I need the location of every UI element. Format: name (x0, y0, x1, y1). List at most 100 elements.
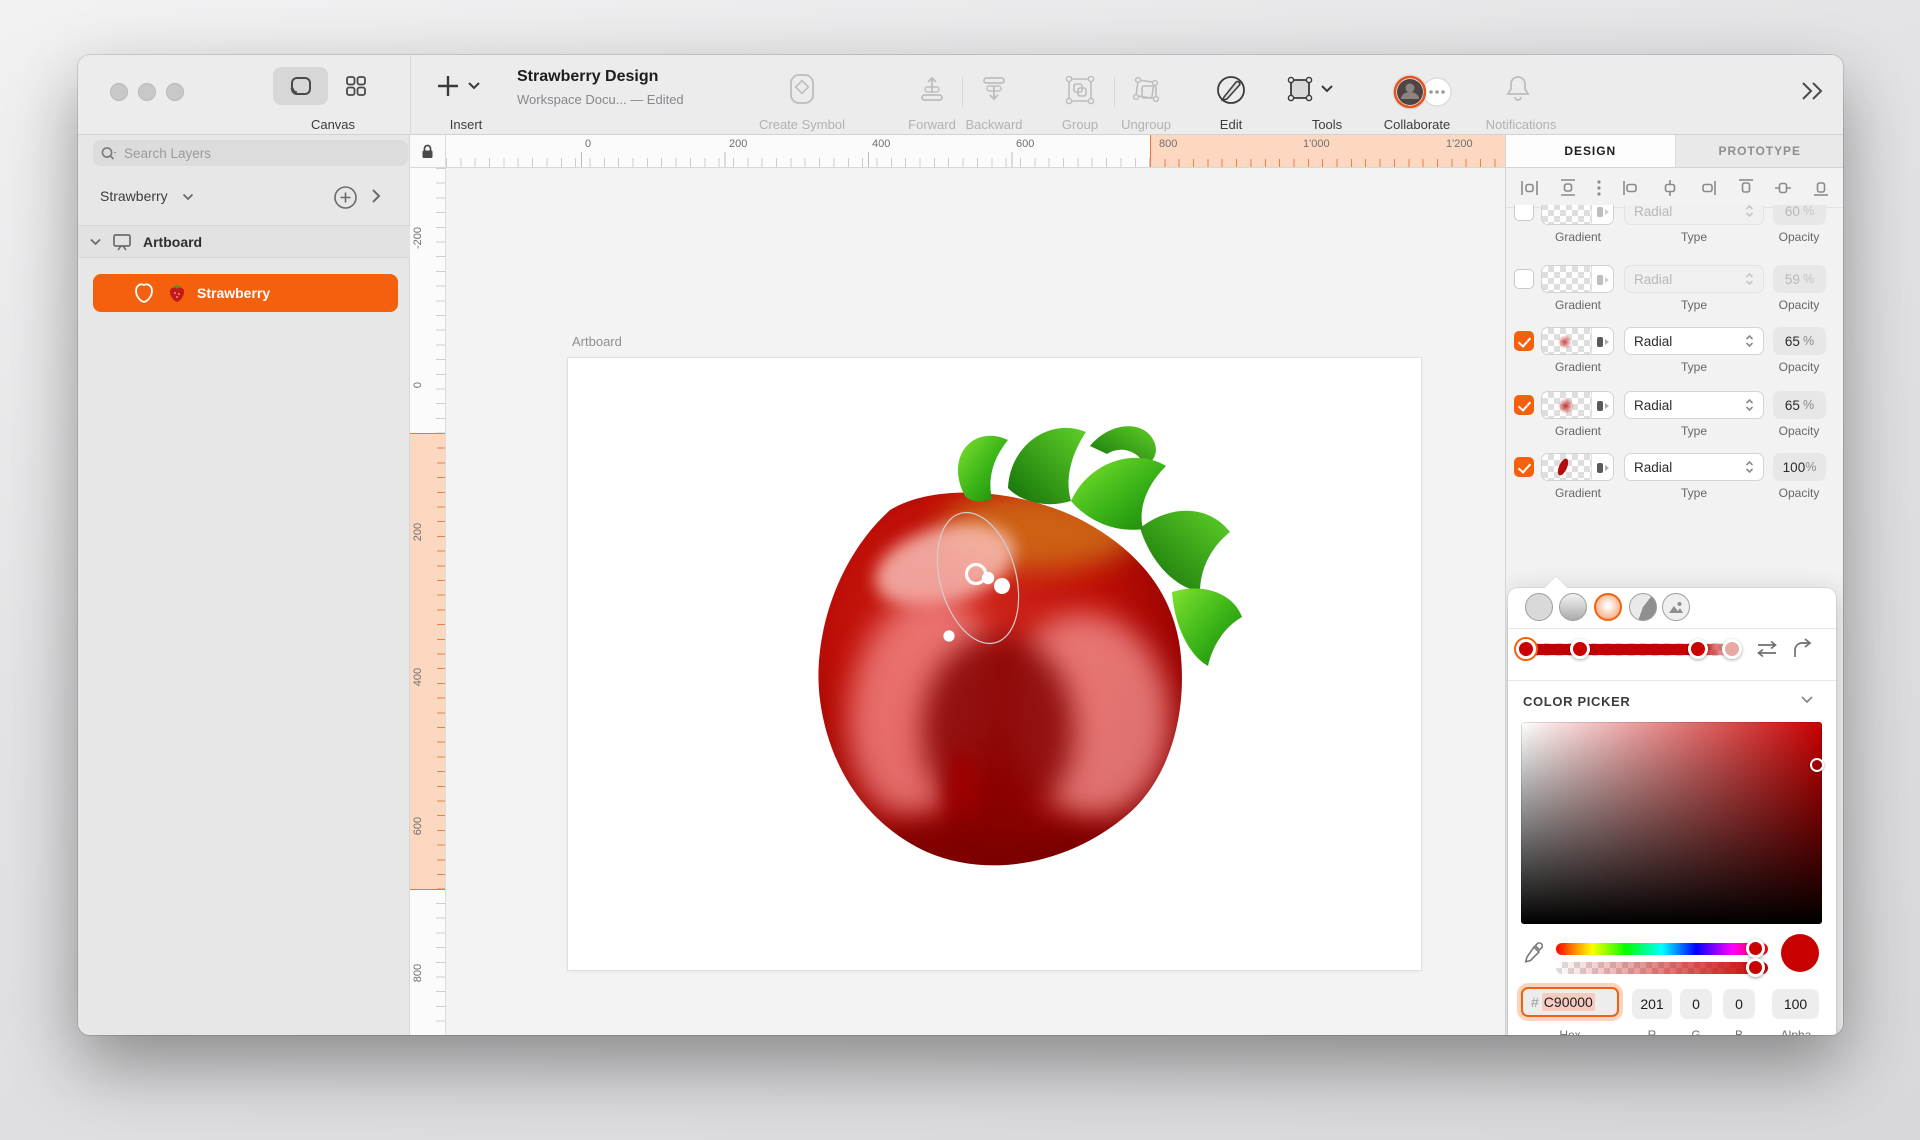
red-input[interactable]: 201 (1632, 989, 1672, 1019)
alpha-input[interactable]: 100 (1772, 989, 1819, 1019)
blue-input[interactable]: 0 (1723, 989, 1755, 1019)
gradient-swatch[interactable] (1541, 453, 1614, 481)
gradient-swatch[interactable] (1541, 205, 1614, 225)
alpha-handle[interactable] (1746, 958, 1765, 977)
gradient-stop-handle[interactable] (994, 578, 1010, 594)
group-label[interactable]: Group (1062, 117, 1098, 132)
close-button[interactable] (110, 83, 128, 101)
canvas-area[interactable]: Artboard (446, 168, 1505, 1035)
hue-slider[interactable] (1556, 939, 1768, 958)
fill-type-angular-gradient[interactable] (1629, 593, 1657, 621)
align-left-icon[interactable] (1622, 179, 1641, 197)
align-center-vertical-icon[interactable] (1774, 179, 1792, 197)
notifications-icon[interactable] (1504, 73, 1532, 103)
gradient-stop[interactable] (1722, 639, 1742, 659)
opacity-field[interactable]: 65% (1773, 391, 1826, 419)
gradient-type-select[interactable]: Radial (1624, 453, 1764, 481)
gradient-type-select[interactable]: Radial (1624, 391, 1764, 419)
align-right-icon[interactable] (1698, 179, 1717, 197)
notifications-label[interactable]: Notifications (1486, 117, 1557, 132)
rotate-gradient-icon[interactable] (1792, 638, 1814, 658)
gradient-type-select[interactable]: Radial (1624, 327, 1764, 355)
artboard-canvas-label[interactable]: Artboard (572, 334, 622, 349)
collaborate-avatar[interactable] (1388, 73, 1458, 111)
tab-prototype[interactable]: PROTOTYPE (1674, 135, 1843, 167)
toolbar-overflow-icon[interactable] (1797, 80, 1827, 102)
collaborate-label[interactable]: Collaborate (1384, 117, 1451, 132)
vertical-ruler[interactable]: -200 0 200 400 600 800 (410, 168, 446, 1035)
tools-icon[interactable] (1284, 73, 1336, 105)
fill-checkbox[interactable] (1514, 395, 1534, 415)
group-icon[interactable] (1063, 73, 1097, 107)
h-ruler-label: 800 (1159, 138, 1178, 150)
alpha-slider[interactable] (1556, 958, 1768, 977)
align-center-horizontal-icon[interactable] (1661, 179, 1679, 197)
create-symbol-icon[interactable] (787, 73, 817, 105)
backward-label[interactable]: Backward (965, 117, 1022, 132)
edit-label[interactable]: Edit (1220, 117, 1242, 132)
opacity-field[interactable]: 65% (1773, 327, 1826, 355)
opacity-field[interactable]: 100% (1773, 453, 1826, 481)
eyedropper-icon[interactable] (1522, 940, 1546, 964)
gradient-stop-handle[interactable] (981, 571, 995, 585)
ungroup-icon[interactable] (1129, 73, 1163, 107)
ungroup-label[interactable]: Ungroup (1121, 117, 1171, 132)
reverse-gradient-icon[interactable] (1754, 640, 1780, 658)
align-bottom-icon[interactable] (1812, 178, 1830, 197)
gradient-swatch[interactable] (1541, 327, 1614, 355)
fill-checkbox[interactable] (1514, 457, 1534, 477)
gradient-type-select[interactable]: Radial (1624, 265, 1764, 293)
layer-row-strawberry[interactable]: Strawberry (93, 274, 398, 312)
insert-icon[interactable] (435, 73, 481, 99)
search-field[interactable]: Search Layers (93, 140, 408, 166)
align-top-icon[interactable] (1737, 178, 1755, 197)
fill-type-image[interactable] (1662, 593, 1690, 621)
forward-label[interactable]: Forward (908, 117, 956, 132)
disclosure-chevron-icon[interactable] (90, 238, 101, 246)
color-selection-handle[interactable] (1810, 758, 1824, 772)
artboard-row[interactable]: Artboard (78, 225, 410, 258)
tab-design[interactable]: DESIGN (1506, 135, 1675, 167)
page-selector[interactable]: Strawberry (78, 180, 410, 216)
opacity-field[interactable]: 60% (1773, 205, 1826, 225)
collapse-section-chevron-icon[interactable] (1800, 695, 1814, 704)
backward-icon[interactable] (978, 73, 1010, 105)
fill-row: Radial 65% Gradient Type Opacity (1506, 327, 1843, 385)
ruler-lock[interactable] (410, 135, 446, 168)
saturation-brightness-area[interactable] (1521, 722, 1824, 924)
gradient-type-select[interactable]: Radial (1624, 205, 1764, 225)
horizontal-ruler[interactable]: 0 200 400 600 800 1'000 1'200 (446, 135, 1505, 168)
gradient-swatch[interactable] (1541, 265, 1614, 293)
add-page-button[interactable] (333, 185, 358, 210)
zoom-button[interactable] (166, 83, 184, 101)
gradient-stop[interactable] (1570, 639, 1590, 659)
fill-checkbox[interactable] (1514, 269, 1534, 289)
fill-checkbox[interactable] (1514, 331, 1534, 351)
distribute-vertical-icon[interactable] (1559, 178, 1577, 197)
opacity-field[interactable]: 59% (1773, 265, 1826, 293)
hex-value: C90000 (1541, 993, 1595, 1011)
create-symbol-label[interactable]: Create Symbol (759, 117, 845, 132)
gradient-stop-selected[interactable] (1516, 639, 1536, 659)
tools-label[interactable]: Tools (1312, 117, 1342, 132)
expand-pages-button[interactable] (371, 188, 381, 204)
edit-icon[interactable] (1214, 73, 1248, 107)
minimize-button[interactable] (138, 83, 156, 101)
components-view-button[interactable] (328, 67, 383, 105)
gradient-swatch[interactable] (1541, 391, 1614, 419)
fill-type-flat[interactable] (1525, 593, 1553, 621)
fill-type-radial-gradient[interactable] (1594, 593, 1622, 621)
fill-checkbox[interactable] (1514, 205, 1534, 221)
insert-label[interactable]: Insert (450, 117, 483, 132)
more-options-icon[interactable] (1596, 179, 1602, 197)
hex-input[interactable]: # C90000 (1521, 987, 1619, 1017)
distribute-horizontal-icon[interactable] (1520, 179, 1539, 197)
gradient-edge-handle[interactable] (943, 630, 955, 642)
gradient-stop[interactable] (1688, 639, 1708, 659)
green-input[interactable]: 0 (1680, 989, 1712, 1019)
hue-handle[interactable] (1746, 939, 1765, 958)
canvas-view-button[interactable] (273, 67, 328, 105)
forward-icon[interactable] (916, 73, 948, 105)
fill-type-linear-gradient[interactable] (1559, 593, 1587, 621)
strawberry-illustration[interactable] (740, 400, 1280, 880)
